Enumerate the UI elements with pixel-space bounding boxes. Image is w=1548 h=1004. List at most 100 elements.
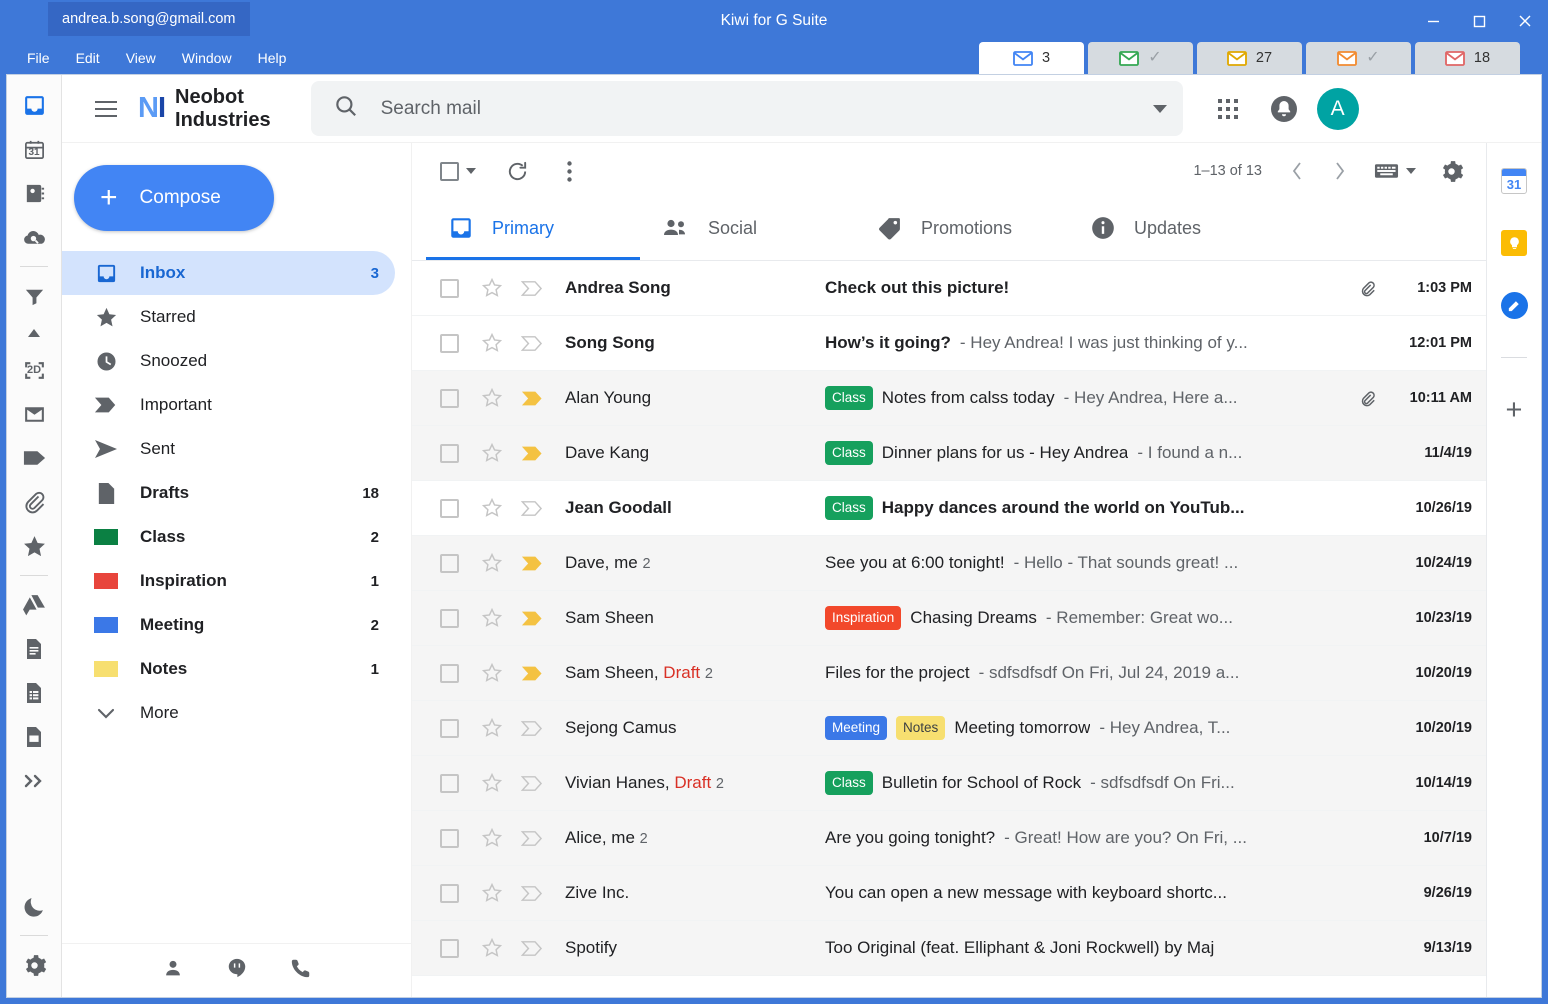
contacts-icon[interactable]	[11, 171, 57, 215]
table-row[interactable]: Sam Sheen, Draft 2 Files for the project…	[412, 646, 1486, 701]
drive-icon[interactable]	[11, 583, 57, 627]
star-icon[interactable]	[481, 662, 503, 684]
row-checkbox[interactable]	[440, 774, 459, 793]
caret-up-icon[interactable]	[11, 318, 57, 348]
sidebar-item-more[interactable]: More	[62, 691, 395, 735]
attachment-icon[interactable]	[11, 480, 57, 524]
google-calendar-icon[interactable]: 31	[1500, 167, 1528, 195]
label-chip[interactable]: Notes	[896, 716, 945, 740]
sidebar-item-meeting[interactable]: Meeting 2	[62, 603, 395, 647]
sidebar-item-starred[interactable]: Starred	[62, 295, 395, 339]
mail-icon[interactable]	[11, 392, 57, 436]
row-checkbox[interactable]	[440, 499, 459, 518]
important-marker-icon[interactable]	[521, 940, 543, 957]
important-marker-icon[interactable]	[521, 445, 543, 462]
label-chip[interactable]: Meeting	[825, 716, 887, 740]
table-row[interactable]: Alan Young Class Notes from calss today …	[412, 371, 1486, 426]
label-chip[interactable]: Class	[825, 771, 873, 795]
table-row[interactable]: Alice, me 2 Are you going tonight? - Gre…	[412, 811, 1486, 866]
tab-promotions[interactable]: Promotions	[854, 199, 1068, 260]
important-marker-icon[interactable]	[521, 390, 543, 407]
sheets-icon[interactable]	[11, 671, 57, 715]
settings-gear-icon[interactable]	[11, 943, 57, 987]
account-tab-1[interactable]: 3	[979, 42, 1084, 74]
phone-icon[interactable]	[290, 957, 312, 984]
sidebar-item-important[interactable]: Important	[62, 383, 395, 427]
hangouts-icon[interactable]	[226, 957, 248, 984]
row-checkbox[interactable]	[440, 554, 459, 573]
sidebar-item-inspiration[interactable]: Inspiration 1	[62, 559, 395, 603]
select-chevron-down-icon[interactable]	[466, 168, 476, 174]
notifications-bell-icon[interactable]	[1261, 86, 1307, 132]
add-addon-icon[interactable]: +	[1500, 396, 1528, 424]
sidebar-item-snoozed[interactable]: Snoozed	[62, 339, 395, 383]
table-row[interactable]: Sejong Camus MeetingNotes Meeting tomorr…	[412, 701, 1486, 756]
sidebar-item-sent[interactable]: Sent	[62, 427, 395, 471]
label-icon[interactable]	[11, 436, 57, 480]
input-tools-chevron-down-icon[interactable]	[1406, 168, 1416, 174]
label-chip[interactable]: Class	[825, 441, 873, 465]
label-chip[interactable]: Class	[825, 496, 873, 520]
inbox-icon[interactable]	[11, 83, 57, 127]
star-icon[interactable]	[481, 772, 503, 794]
table-row[interactable]: Song Song How’s it going? - Hey Andrea! …	[412, 316, 1486, 371]
table-row[interactable]: Dave, me 2 See you at 6:00 tonight! - He…	[412, 536, 1486, 591]
newer-page-button[interactable]	[1276, 150, 1318, 192]
input-tools-button[interactable]	[1374, 150, 1416, 192]
star-icon[interactable]	[481, 497, 503, 519]
menu-file[interactable]: File	[14, 42, 63, 74]
label-chip[interactable]: Inspiration	[825, 606, 901, 630]
table-row[interactable]: Sam Sheen Inspiration Chasing Dreams - R…	[412, 591, 1486, 646]
google-tasks-icon[interactable]	[1500, 291, 1528, 319]
select-all-checkbox[interactable]	[440, 150, 476, 192]
row-checkbox[interactable]	[440, 389, 459, 408]
sidebar-item-inbox[interactable]: Inbox 3	[62, 251, 395, 295]
important-marker-icon[interactable]	[521, 555, 543, 572]
star-icon[interactable]	[481, 607, 503, 629]
important-marker-icon[interactable]	[521, 610, 543, 627]
row-checkbox[interactable]	[440, 279, 459, 298]
search-input[interactable]	[381, 98, 1153, 120]
cloud-search-icon[interactable]	[11, 215, 57, 259]
google-keep-icon[interactable]	[1500, 229, 1528, 257]
star-icon[interactable]	[481, 332, 503, 354]
menu-help[interactable]: Help	[245, 42, 300, 74]
row-checkbox[interactable]	[440, 444, 459, 463]
main-menu-icon[interactable]	[84, 87, 128, 131]
sidebar-item-notes[interactable]: Notes 1	[62, 647, 395, 691]
compose-button[interactable]: + Compose	[74, 165, 274, 231]
tab-social[interactable]: Social	[640, 199, 854, 260]
row-checkbox[interactable]	[440, 884, 459, 903]
important-marker-icon[interactable]	[521, 280, 543, 297]
account-tab-5[interactable]: 18	[1415, 42, 1520, 74]
search-bar[interactable]	[311, 81, 1183, 136]
docs-icon[interactable]	[11, 627, 57, 671]
sidebar-item-class[interactable]: Class 2	[62, 515, 395, 559]
attachment-icon[interactable]	[1354, 279, 1380, 298]
important-marker-icon[interactable]	[521, 885, 543, 902]
expand-chevrons-icon[interactable]	[11, 759, 57, 803]
star-icon[interactable]	[11, 524, 57, 568]
important-marker-icon[interactable]	[521, 720, 543, 737]
table-row[interactable]: Zive Inc. You can open a new message wit…	[412, 866, 1486, 921]
menu-edit[interactable]: Edit	[63, 42, 113, 74]
more-options-button[interactable]	[548, 150, 590, 192]
star-icon[interactable]	[481, 442, 503, 464]
two-d-icon[interactable]: 2D	[11, 348, 57, 392]
table-row[interactable]: Andrea Song Check out this picture! 1:03…	[412, 261, 1486, 316]
older-page-button[interactable]	[1318, 150, 1360, 192]
star-icon[interactable]	[481, 882, 503, 904]
apps-grid-icon[interactable]	[1205, 86, 1251, 132]
star-icon[interactable]	[481, 937, 503, 959]
table-row[interactable]: Vivian Hanes, Draft 2 Class Bulletin for…	[412, 756, 1486, 811]
account-tab[interactable]: andrea.b.song@gmail.com	[48, 2, 250, 36]
account-tab-3[interactable]: 27	[1197, 42, 1302, 74]
row-checkbox[interactable]	[440, 664, 459, 683]
menu-window[interactable]: Window	[169, 42, 245, 74]
menu-view[interactable]: View	[113, 42, 169, 74]
search-options-chevron-down-icon[interactable]	[1153, 105, 1167, 113]
important-marker-icon[interactable]	[521, 335, 543, 352]
avatar[interactable]: A	[1317, 88, 1359, 130]
row-checkbox[interactable]	[440, 334, 459, 353]
maximize-icon[interactable]	[1456, 0, 1502, 42]
